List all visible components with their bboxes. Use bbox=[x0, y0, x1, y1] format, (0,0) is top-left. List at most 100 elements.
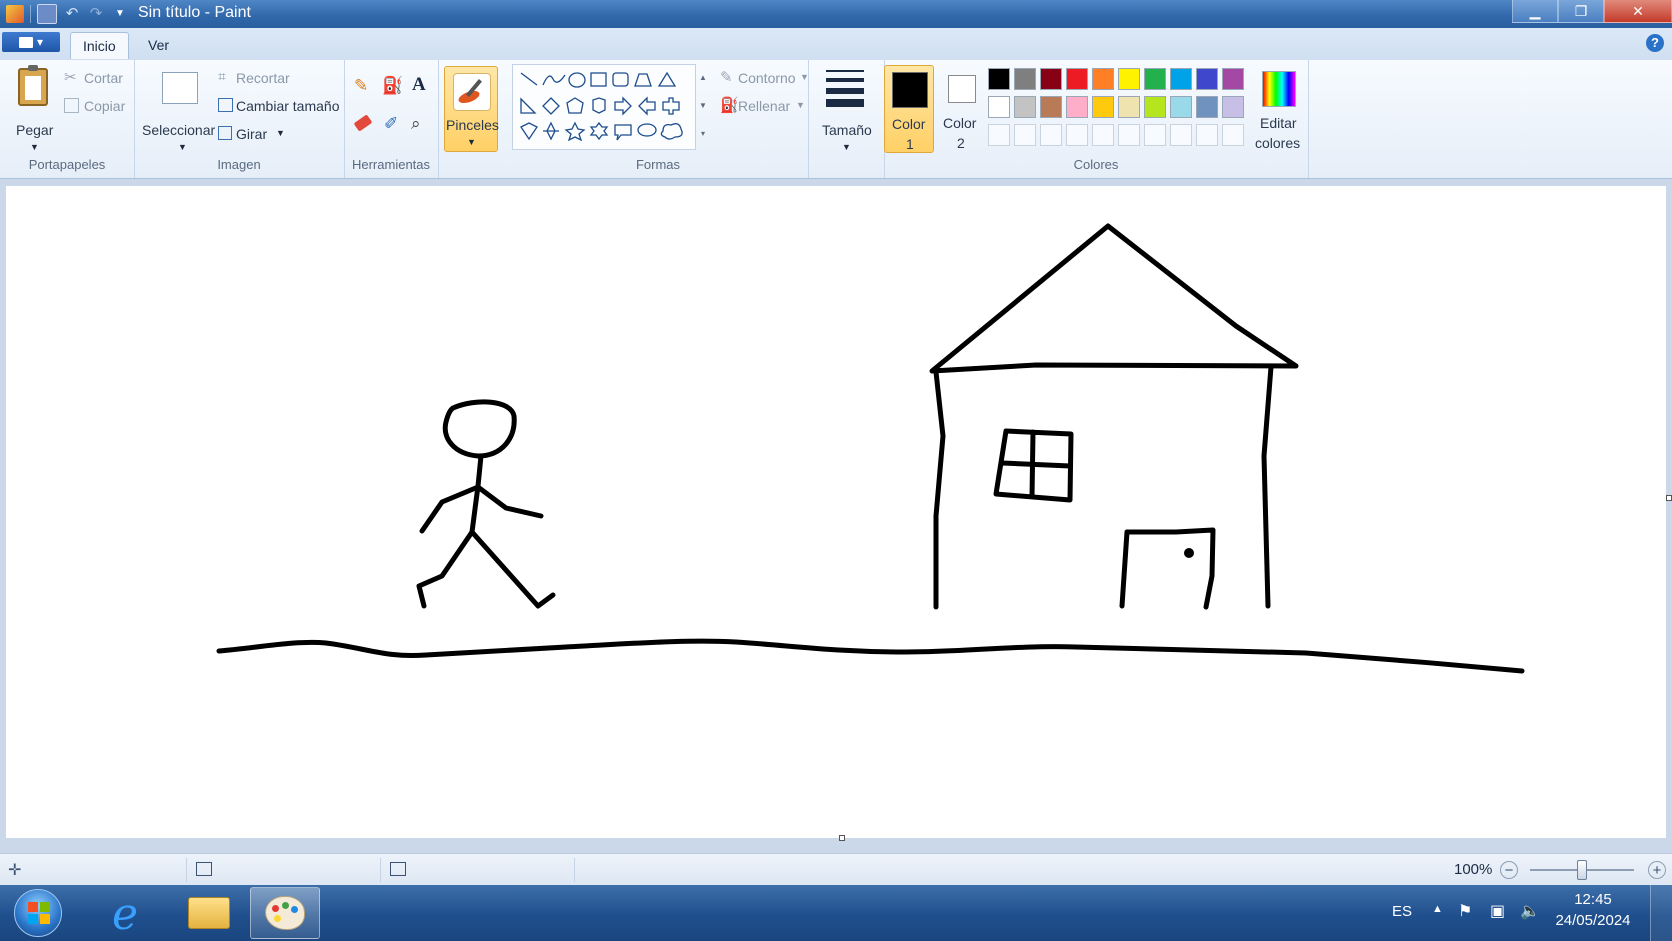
palette-color-swatch[interactable] bbox=[1118, 68, 1140, 90]
oval-callout-shape-icon[interactable] bbox=[637, 123, 657, 137]
color-picker-button[interactable]: ✐ bbox=[378, 112, 404, 138]
brushes-button[interactable]: Pinceles ▼ bbox=[444, 66, 499, 152]
rounded-callout-shape-icon[interactable] bbox=[614, 124, 632, 141]
edit-colors-button[interactable]: Editar colores bbox=[1254, 65, 1304, 153]
fill-shape-button[interactable]: ⛽ Rellenar ▼ bbox=[718, 96, 808, 118]
undo-icon[interactable]: ↶ bbox=[63, 5, 81, 23]
tab-ver[interactable]: Ver bbox=[136, 32, 181, 58]
redo-icon[interactable]: ↷ bbox=[87, 5, 105, 23]
magnifier-button[interactable]: ⌕ bbox=[406, 112, 432, 138]
zoom-in-button[interactable]: + bbox=[1648, 861, 1666, 879]
palette-custom-slot[interactable] bbox=[1170, 124, 1192, 146]
help-icon[interactable]: ? bbox=[1646, 34, 1664, 52]
color1-button[interactable]: Color 1 bbox=[884, 65, 934, 153]
color2-button[interactable]: Color 2 bbox=[936, 65, 986, 153]
rotate-button[interactable]: Girar ▼ bbox=[216, 124, 306, 146]
canvas-resize-handle-bottom[interactable] bbox=[839, 835, 845, 841]
palette-custom-slot[interactable] bbox=[1040, 124, 1062, 146]
pencil-button[interactable]: ✎ bbox=[350, 74, 376, 100]
palette-color-swatch[interactable] bbox=[1066, 68, 1088, 90]
palette-color-swatch[interactable] bbox=[1092, 68, 1114, 90]
minimize-button[interactable]: ▁ bbox=[1512, 0, 1558, 23]
paste-button[interactable]: Pegar ▼ bbox=[8, 65, 58, 152]
text-button[interactable]: A bbox=[406, 74, 432, 100]
line-shape-icon[interactable] bbox=[520, 72, 538, 86]
cut-button[interactable]: ✂ Cortar bbox=[62, 68, 128, 90]
palette-color-swatch[interactable] bbox=[1144, 68, 1166, 90]
palette-color-swatch[interactable] bbox=[1014, 68, 1036, 90]
crop-button[interactable]: ⌗ Recortar bbox=[216, 68, 336, 90]
palette-color-swatch[interactable] bbox=[1040, 68, 1062, 90]
paint-app-icon[interactable] bbox=[6, 5, 24, 23]
four-point-star-shape-icon[interactable] bbox=[543, 121, 559, 141]
action-center-flag-icon[interactable]: ⚑ bbox=[1458, 901, 1472, 921]
rounded-rectangle-shape-icon[interactable] bbox=[612, 72, 629, 87]
palette-color-swatch[interactable] bbox=[1092, 96, 1114, 118]
drawing-canvas[interactable] bbox=[6, 186, 1666, 838]
show-desktop-button[interactable] bbox=[1650, 885, 1672, 941]
palette-custom-slot[interactable] bbox=[1196, 124, 1218, 146]
clock[interactable]: 12:45 24/05/2024 bbox=[1546, 891, 1640, 929]
shapes-scroll[interactable]: ▲ ▼ ▾ bbox=[696, 64, 710, 148]
palette-color-swatch[interactable] bbox=[1170, 96, 1192, 118]
palette-color-swatch[interactable] bbox=[1196, 68, 1218, 90]
down-arrow-shape-icon[interactable] bbox=[520, 122, 538, 141]
palette-color-swatch[interactable] bbox=[1014, 96, 1036, 118]
oval-shape-icon[interactable] bbox=[568, 72, 586, 88]
tab-inicio[interactable]: Inicio bbox=[70, 32, 129, 59]
triangle-shape-icon[interactable] bbox=[657, 71, 677, 87]
palette-color-swatch[interactable] bbox=[1222, 68, 1244, 90]
rectangle-shape-icon[interactable] bbox=[590, 72, 607, 87]
four-way-arrow-shape-icon[interactable] bbox=[662, 97, 680, 115]
start-button[interactable] bbox=[10, 887, 68, 939]
taskbar-internet-explorer[interactable]: e bbox=[98, 887, 168, 940]
outline-button[interactable]: ✎ Contorno ▼ bbox=[718, 68, 809, 90]
select-button[interactable]: Seleccionar ▼ bbox=[140, 66, 215, 154]
taskbar-file-explorer[interactable] bbox=[174, 887, 244, 939]
close-button[interactable]: ✕ bbox=[1604, 0, 1672, 23]
palette-custom-slot[interactable] bbox=[1222, 124, 1244, 146]
palette-color-swatch[interactable] bbox=[1040, 96, 1062, 118]
taskbar-paint[interactable] bbox=[250, 887, 320, 939]
language-indicator[interactable]: ES bbox=[1392, 903, 1412, 920]
app-menu-button[interactable]: ▾ bbox=[2, 32, 60, 52]
right-arrow-shape-icon[interactable] bbox=[614, 96, 632, 116]
five-point-star-shape-icon[interactable] bbox=[564, 121, 586, 142]
palette-custom-slot[interactable] bbox=[1014, 124, 1036, 146]
palette-custom-slot[interactable] bbox=[1118, 124, 1140, 146]
palette-color-swatch[interactable] bbox=[1222, 96, 1244, 118]
customize-qat-icon[interactable]: ▼ bbox=[111, 5, 129, 23]
volume-icon[interactable]: 🔈 bbox=[1520, 901, 1540, 921]
palette-custom-slot[interactable] bbox=[988, 124, 1010, 146]
zoom-slider-thumb[interactable] bbox=[1577, 860, 1587, 880]
curve-shape-icon[interactable] bbox=[542, 74, 566, 86]
diamond-shape-icon[interactable] bbox=[542, 97, 560, 115]
polygon-shape-icon[interactable] bbox=[634, 73, 652, 87]
hexagon-shape-icon[interactable] bbox=[592, 97, 606, 114]
cloud-callout-shape-icon[interactable] bbox=[660, 123, 683, 140]
six-point-star-shape-icon[interactable] bbox=[589, 121, 609, 141]
show-hidden-icons-icon[interactable]: ▲ bbox=[1432, 903, 1443, 915]
pentagon-shape-icon[interactable] bbox=[566, 97, 584, 114]
copy-button[interactable]: Copiar bbox=[62, 96, 128, 118]
save-icon[interactable] bbox=[37, 4, 57, 24]
palette-custom-slot[interactable] bbox=[1144, 124, 1166, 146]
size-button[interactable]: Tamaño ▼ bbox=[812, 66, 880, 154]
right-triangle-shape-icon[interactable] bbox=[520, 97, 537, 114]
zoom-out-button[interactable]: − bbox=[1500, 861, 1518, 879]
canvas-resize-handle-right[interactable] bbox=[1666, 495, 1672, 501]
resize-button[interactable]: Cambiar tamaño bbox=[216, 96, 340, 118]
palette-color-swatch[interactable] bbox=[1170, 68, 1192, 90]
palette-custom-slot[interactable] bbox=[1066, 124, 1088, 146]
eraser-button[interactable] bbox=[350, 112, 376, 138]
palette-color-swatch[interactable] bbox=[988, 68, 1010, 90]
restore-button[interactable]: ❐ bbox=[1558, 0, 1604, 23]
left-arrow-shape-icon[interactable] bbox=[638, 96, 656, 116]
fill-button[interactable]: ⛽ bbox=[378, 74, 404, 100]
palette-color-swatch[interactable] bbox=[988, 96, 1010, 118]
palette-custom-slot[interactable] bbox=[1092, 124, 1114, 146]
palette-color-swatch[interactable] bbox=[1196, 96, 1218, 118]
palette-color-swatch[interactable] bbox=[1066, 96, 1088, 118]
palette-color-swatch[interactable] bbox=[1118, 96, 1140, 118]
network-icon[interactable]: ▣ bbox=[1490, 901, 1505, 921]
